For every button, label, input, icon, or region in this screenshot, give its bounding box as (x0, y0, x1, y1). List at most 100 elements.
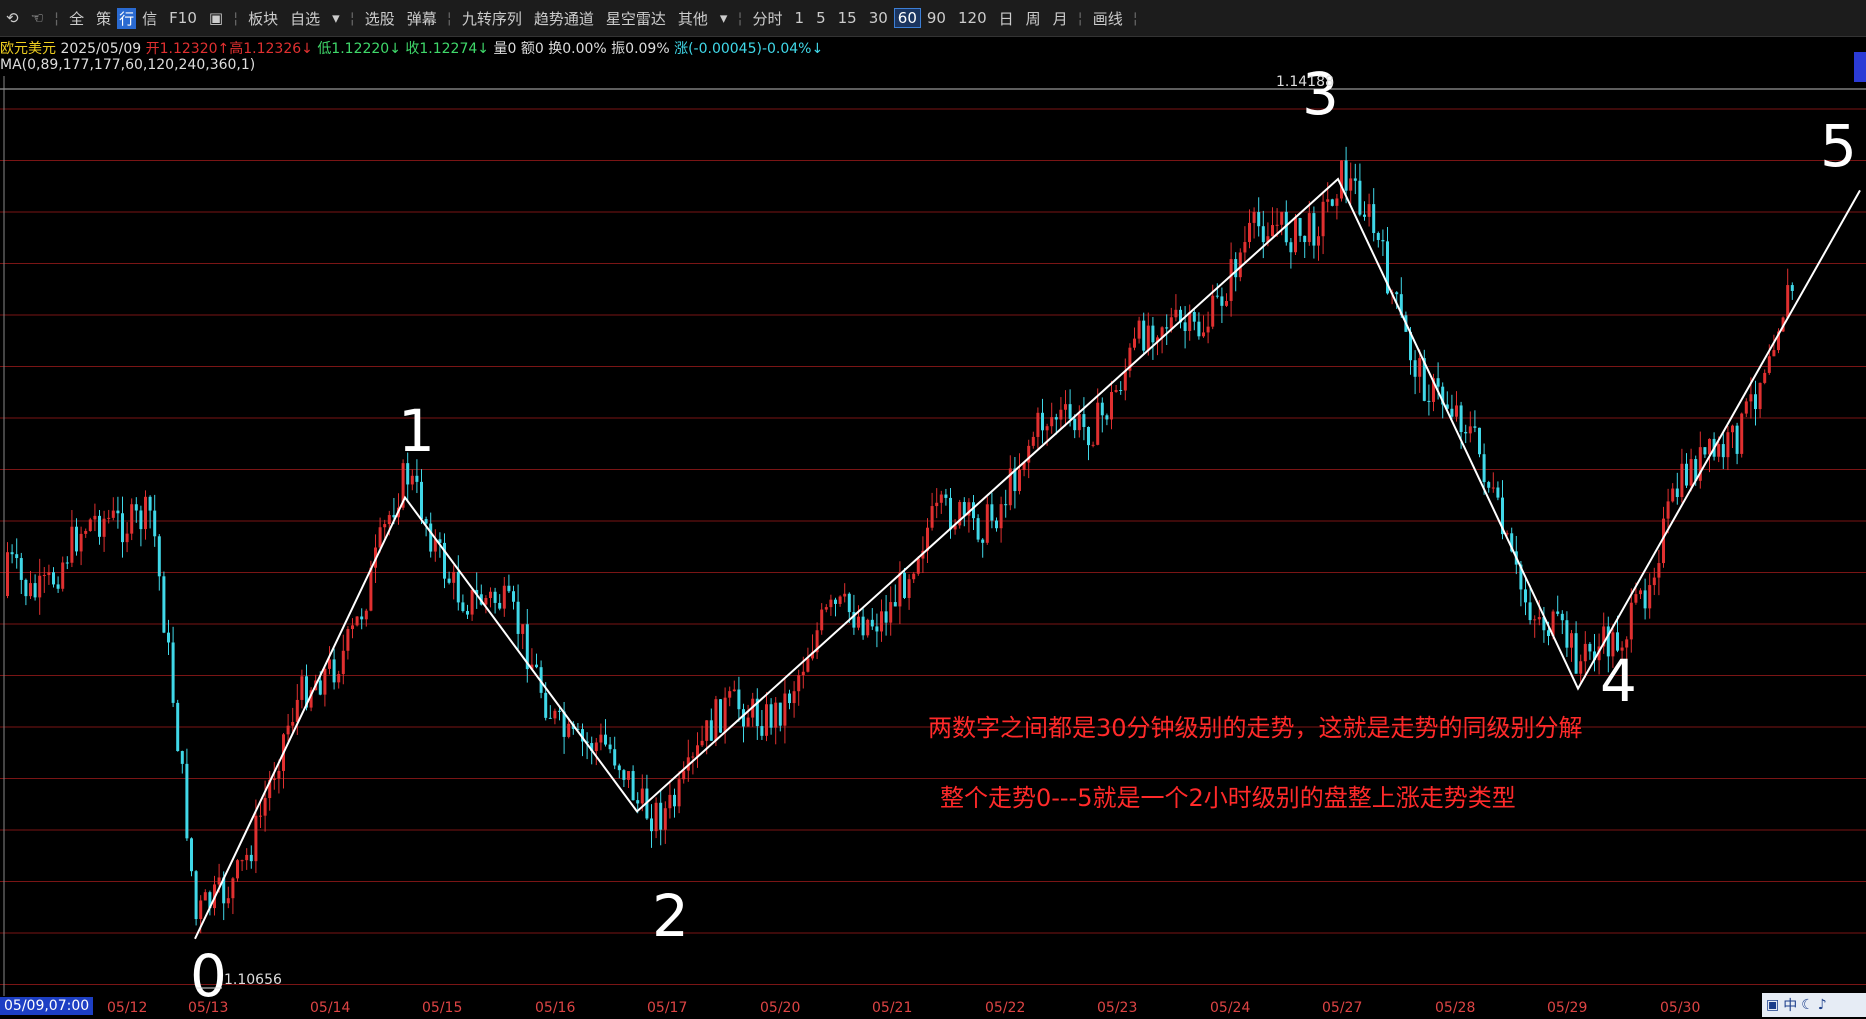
toolbar-other[interactable]: 其他 (672, 8, 714, 29)
candle-body (93, 515, 97, 520)
candle-body (594, 742, 598, 752)
candle-body (659, 802, 663, 830)
toolbar-nine-turn[interactable]: 九转序列 (456, 8, 528, 29)
candle-body (728, 691, 732, 698)
toolbar-f10[interactable]: F10 (163, 9, 203, 27)
candle-body (1376, 233, 1380, 240)
date-label: 05/17 (647, 1000, 688, 1016)
candle-body (880, 611, 883, 632)
candle-body (452, 571, 456, 583)
period-15[interactable]: 15 (832, 9, 863, 27)
period-90[interactable]: 90 (921, 9, 952, 27)
candle-body (1372, 204, 1376, 234)
candle-body (903, 572, 906, 598)
ime-language[interactable]: 中 (1783, 995, 1797, 1015)
period-intraday[interactable]: 分时 (747, 8, 789, 29)
ime-moon-icon[interactable]: ☾ (1801, 997, 1814, 1013)
ime-icon[interactable]: ▣ (1766, 997, 1779, 1013)
date-label: 05/15 (422, 1000, 463, 1016)
chevron-down-icon[interactable]: ▾ (714, 9, 734, 27)
candle-body (121, 513, 124, 543)
candle-body (1110, 392, 1113, 420)
candle-body (116, 510, 120, 514)
candle-body (185, 763, 189, 839)
candle-body (650, 818, 653, 832)
candle-body (1459, 405, 1463, 433)
candle-body (406, 463, 410, 485)
candle-body (75, 526, 78, 552)
toolbar-trend-channel[interactable]: 趋势通道 (528, 8, 600, 29)
date-label: 05/16 (535, 1000, 576, 1016)
candle-body (548, 717, 552, 719)
candlestick-chart[interactable]: 0 1 2 3 4 5 1.14188 1.10656 (0, 36, 1866, 997)
candle-body (33, 583, 37, 598)
candle-body (466, 611, 469, 615)
candle-body (1137, 320, 1141, 339)
candle-body (1031, 436, 1035, 446)
candle-body (249, 854, 253, 862)
candle-body (378, 527, 382, 548)
candle-body (144, 496, 147, 530)
toolbar-all[interactable]: 全 (63, 8, 90, 29)
candle-body (286, 725, 290, 735)
candle-body (1381, 239, 1385, 242)
candle-body (613, 749, 617, 766)
date-label: 05/13 (188, 1000, 229, 1016)
date-label: 05/21 (872, 1000, 913, 1016)
candle-body (1220, 296, 1224, 306)
candle-body (1234, 259, 1238, 278)
candle-body (199, 900, 203, 920)
toolbar-screener[interactable]: 选股 (359, 8, 401, 29)
candle-body (866, 619, 870, 636)
candle-body (1772, 350, 1776, 357)
candle-body (383, 524, 387, 528)
candle-body (507, 585, 511, 592)
hand-icon[interactable]: ☜ (25, 9, 50, 27)
candle-body (847, 593, 851, 613)
candle-body (1045, 426, 1049, 431)
candle-body (1675, 488, 1679, 498)
period-1[interactable]: 1 (789, 9, 811, 27)
toolbar-radar[interactable]: 星空雷达 (600, 8, 672, 29)
candle-body (84, 530, 88, 534)
back-icon[interactable]: ⟲ (0, 9, 25, 27)
candle-body (470, 589, 474, 615)
period-60[interactable]: 60 (893, 8, 921, 28)
date-label: 05/24 (1210, 1000, 1251, 1016)
candle-body (1197, 321, 1201, 337)
period-120[interactable]: 120 (952, 9, 993, 27)
toolbar-info[interactable]: 信 (136, 8, 163, 29)
candle-body (737, 689, 741, 710)
candle-body (1717, 444, 1721, 457)
candle-body (1588, 643, 1592, 652)
toolbar-draw[interactable]: 画线 (1087, 8, 1129, 29)
candle-body (1731, 425, 1734, 433)
candle-body (1468, 426, 1472, 434)
candle-body (56, 584, 60, 589)
candle-body (857, 616, 860, 628)
period-30[interactable]: 30 (863, 9, 894, 27)
chevron-down-icon[interactable]: ▾ (326, 9, 346, 27)
toolbar-strategy[interactable]: 策 (90, 8, 117, 29)
window-icon[interactable]: ▣ (203, 9, 229, 27)
toolbar-market[interactable]: 行 (117, 7, 137, 29)
candle-body (544, 692, 548, 718)
candle-body (705, 720, 709, 741)
candle-body (1708, 438, 1711, 455)
period-day[interactable]: 日 (993, 8, 1020, 29)
toolbar-sector[interactable]: 板块 (242, 8, 284, 29)
toolbar-danmaku[interactable]: 弹幕 (401, 8, 443, 29)
candle-body (765, 704, 768, 736)
toolbar-watchlist[interactable]: 自选 (284, 8, 326, 29)
candle-body (1358, 180, 1362, 215)
period-5[interactable]: 5 (810, 9, 832, 27)
low-price-label: 1.10656 (224, 972, 282, 988)
candle-body (1528, 602, 1532, 621)
candle-body (981, 539, 985, 543)
candle-body (277, 770, 281, 779)
period-month[interactable]: 月 (1047, 8, 1074, 29)
separator: ¦ (446, 9, 452, 27)
ime-tray[interactable]: ▣ 中 ☾ ♪ (1762, 993, 1866, 1017)
period-week[interactable]: 周 (1020, 8, 1047, 29)
ime-sound[interactable]: ♪ (1818, 997, 1827, 1013)
